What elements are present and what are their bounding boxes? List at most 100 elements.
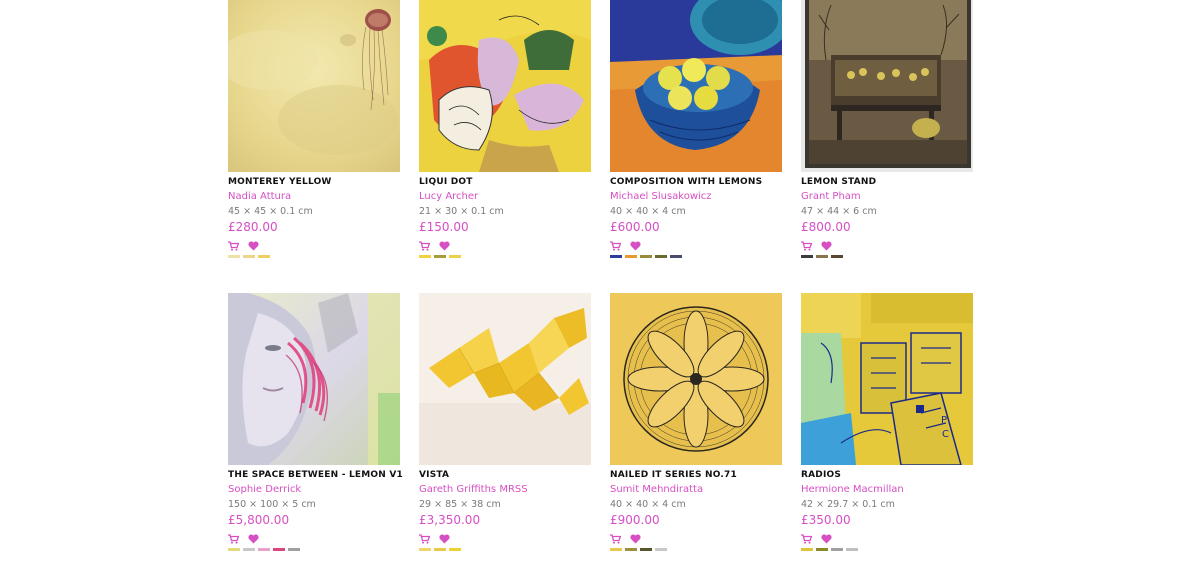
artwork-title[interactable]: RADIOS (801, 470, 973, 480)
artwork-title[interactable]: COMPOSITION WITH LEMONS (610, 177, 782, 187)
artwork-price: £150.00 (419, 220, 469, 234)
color-swatch (625, 548, 637, 551)
cart-icon[interactable] (801, 241, 812, 251)
color-swatch (655, 548, 667, 551)
artist-name[interactable]: Hermione Macmillan (801, 484, 973, 495)
artwork-image-liqui-dot (419, 0, 591, 172)
artist-name[interactable]: Gareth Griffiths MRSS (419, 484, 591, 495)
artwork-price: £800.00 (801, 220, 851, 234)
artwork-image[interactable] (228, 293, 400, 465)
color-swatch (258, 548, 270, 551)
artwork-card: THE SPACE BETWEEN - LEMON V1 Sophie Derr… (228, 293, 403, 551)
heart-icon[interactable] (630, 534, 641, 544)
artist-name[interactable]: Lucy Archer (419, 191, 591, 202)
artwork-image-radios: P C (801, 293, 973, 465)
artwork-actions (228, 533, 400, 545)
artwork-card: NAILED IT SERIES NO.71 Sumit Mehndiratta… (610, 293, 782, 551)
color-swatch (801, 255, 813, 258)
artwork-title[interactable]: MONTEREY YELLOW (228, 177, 400, 187)
color-swatch (831, 255, 843, 258)
color-swatches (419, 548, 591, 551)
color-swatch (640, 255, 652, 258)
artwork-dimensions: 150 × 100 × 5 cm (228, 499, 316, 510)
artwork-price: £350.00 (801, 513, 851, 527)
color-swatch (419, 548, 431, 551)
color-swatch (831, 548, 843, 551)
heart-icon[interactable] (439, 241, 450, 251)
artist-name[interactable]: Nadia Attura (228, 191, 400, 202)
heart-icon[interactable] (248, 534, 259, 544)
artwork-dimensions: 29 × 85 × 38 cm (419, 499, 501, 510)
artwork-image-composition-with-lemons (610, 0, 782, 172)
cart-icon[interactable] (228, 241, 239, 251)
color-swatch (228, 255, 240, 258)
cart-icon[interactable] (610, 241, 621, 251)
artwork-image-lemon-stand (801, 0, 973, 172)
artwork-image[interactable] (610, 293, 782, 465)
color-swatch (801, 548, 813, 551)
artwork-price: £5,800.00 (228, 513, 290, 527)
artwork-title[interactable]: THE SPACE BETWEEN - LEMON V1 (228, 470, 403, 480)
artwork-image[interactable] (419, 0, 591, 172)
artwork-dimensions: 45 × 45 × 0.1 cm (228, 206, 313, 217)
color-swatch (243, 255, 255, 258)
artwork-card: VISTA Gareth Griffiths MRSS 29 × 85 × 38… (419, 293, 591, 551)
artwork-card: COMPOSITION WITH LEMONS Michael Slusakow… (610, 0, 782, 258)
heart-icon[interactable] (439, 534, 450, 544)
color-swatch (258, 255, 270, 258)
heart-icon[interactable] (821, 534, 832, 544)
color-swatch (449, 255, 461, 258)
artwork-actions (610, 533, 782, 545)
color-swatch (640, 548, 652, 551)
artwork-image-the-space-between (228, 293, 400, 465)
color-swatch (670, 255, 682, 258)
artwork-grid: MONTEREY YELLOW Nadia Attura 45 × 45 × 0… (0, 0, 1200, 569)
artwork-actions (419, 533, 591, 545)
artwork-title[interactable]: LEMON STAND (801, 177, 973, 187)
artwork-image-vista (419, 293, 591, 465)
color-swatch (846, 548, 858, 551)
artwork-image[interactable] (228, 0, 400, 172)
color-swatch (449, 548, 461, 551)
color-swatch (816, 548, 828, 551)
artwork-dimensions: 21 × 30 × 0.1 cm (419, 206, 504, 217)
artwork-card: LIQUI DOT Lucy Archer 21 × 30 × 0.1 cm £… (419, 0, 591, 258)
cart-icon[interactable] (419, 241, 430, 251)
artwork-image[interactable] (801, 0, 973, 172)
artist-name[interactable]: Sumit Mehndiratta (610, 484, 782, 495)
heart-icon[interactable] (248, 241, 259, 251)
artwork-title[interactable]: VISTA (419, 470, 591, 480)
heart-icon[interactable] (821, 241, 832, 251)
artwork-image[interactable] (419, 293, 591, 465)
artwork-price: £3,350.00 (419, 513, 481, 527)
artist-name[interactable]: Sophie Derrick (228, 484, 400, 495)
artist-name[interactable]: Michael Slusakowicz (610, 191, 782, 202)
color-swatch (243, 548, 255, 551)
heart-icon[interactable] (630, 241, 641, 251)
color-swatches (228, 548, 400, 551)
artwork-price: £600.00 (610, 220, 660, 234)
color-swatch (655, 255, 667, 258)
artwork-actions (610, 240, 782, 252)
color-swatch (610, 548, 622, 551)
artwork-dimensions: 40 × 40 × 4 cm (610, 206, 686, 217)
color-swatch (434, 548, 446, 551)
artwork-image[interactable] (610, 0, 782, 172)
color-swatch (434, 255, 446, 258)
artist-name[interactable]: Grant Pham (801, 191, 973, 202)
artwork-price: £280.00 (228, 220, 278, 234)
cart-icon[interactable] (610, 534, 621, 544)
color-swatch (273, 548, 285, 551)
color-swatches (801, 548, 973, 551)
artwork-title[interactable]: LIQUI DOT (419, 177, 591, 187)
artwork-dimensions: 47 × 44 × 6 cm (801, 206, 877, 217)
cart-icon[interactable] (419, 534, 430, 544)
cart-icon[interactable] (228, 534, 239, 544)
color-swatches (610, 548, 782, 551)
color-swatch (228, 548, 240, 551)
cart-icon[interactable] (801, 534, 812, 544)
artwork-image[interactable]: P C (801, 293, 973, 465)
artwork-dimensions: 42 × 29.7 × 0.1 cm (801, 499, 895, 510)
color-swatch (288, 548, 300, 551)
artwork-title[interactable]: NAILED IT SERIES NO.71 (610, 470, 782, 480)
